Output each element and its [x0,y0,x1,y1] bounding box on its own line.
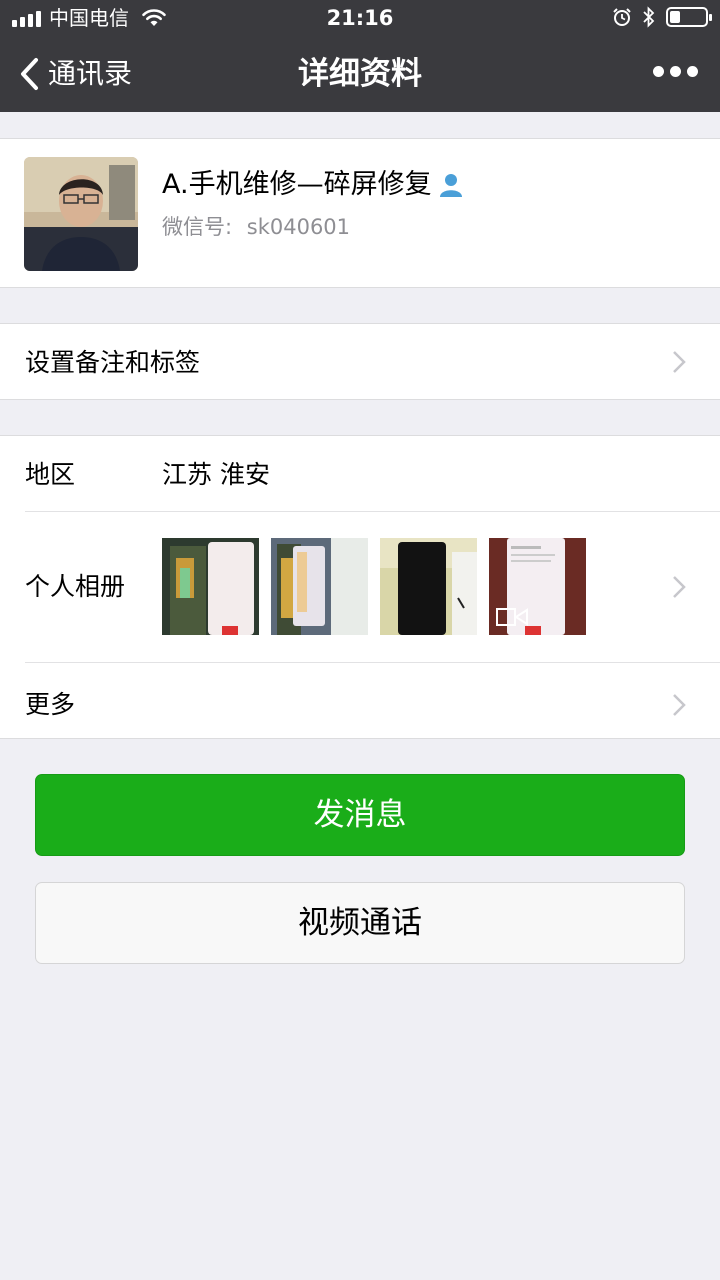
person-icon [439,174,462,197]
wechat-id-row: 微信号: sk040601 [162,211,350,243]
avatar[interactable] [24,157,138,271]
remark-label: 设置备注和标签 [25,348,201,377]
album-row[interactable]: 个人相册 [0,512,720,663]
profile-card: A.手机维修—碎屏修复 微信号: sk040601 [0,138,720,288]
top-bar: 中国电信 21:16 通讯录 详细资料 [0,0,720,112]
album-label: 个人相册 [25,572,126,601]
album-thumbnails [162,538,586,635]
page-title: 详细资料 [298,56,422,92]
region-label: 地区 [25,460,76,489]
album-photo[interactable] [162,538,259,635]
video-call-button[interactable]: 视频通话 [35,882,685,964]
info-section: 地区 江苏 淮安 个人相册 更多 [0,435,720,739]
wechat-id-value: sk040601 [246,215,351,239]
status-bar: 中国电信 21:16 [0,0,720,36]
remark-and-tags-row[interactable]: 设置备注和标签 [0,323,720,400]
more-label: 更多 [25,690,76,719]
wechat-id-label: 微信号: [162,215,233,239]
send-message-button[interactable]: 发消息 [35,774,685,856]
profile-name-row: A.手机维修—碎屏修复 [162,167,464,203]
more-dots-icon[interactable] [653,66,698,77]
chevron-right-icon [673,576,686,598]
battery-icon [666,7,712,27]
chevron-right-icon [673,351,686,373]
nav-bar: 通讯录 详细资料 [0,36,720,112]
chevron-right-icon [673,694,686,716]
profile-name: A.手机维修—碎屏修复 [162,169,432,200]
alarm-icon [613,8,631,26]
battery-level [670,11,681,23]
album-video[interactable] [489,538,586,635]
album-photo[interactable] [271,538,368,635]
region-value: 江苏 淮安 [162,460,270,489]
album-photo[interactable] [380,538,477,635]
status-right [612,6,712,28]
region-row: 地区 江苏 淮安 [0,436,720,512]
bluetooth-icon [643,6,655,28]
more-row[interactable]: 更多 [0,663,720,739]
